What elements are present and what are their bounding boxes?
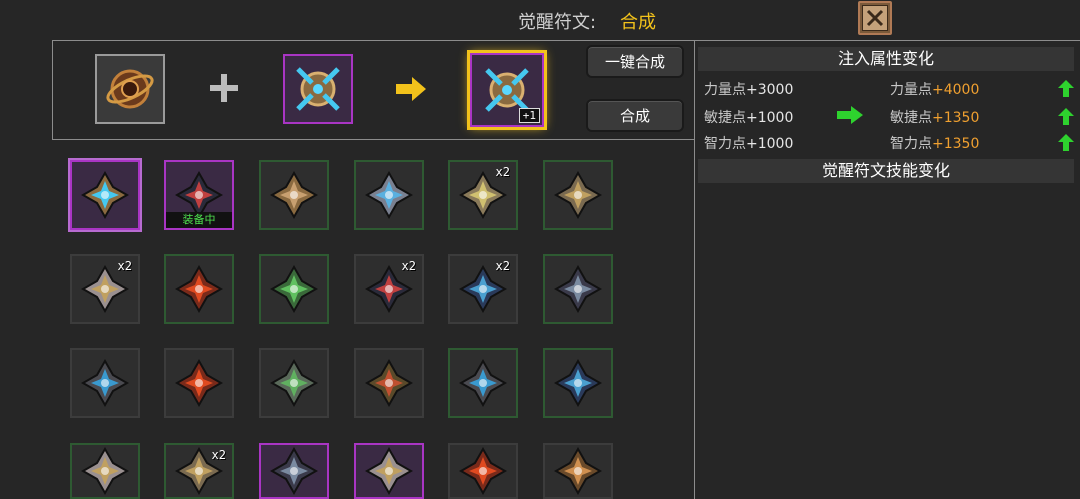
blue-cross-rune-icon xyxy=(80,358,130,408)
rune-slot[interactable] xyxy=(164,348,234,418)
attr-new-value: +1350 xyxy=(932,110,980,126)
plus-icon xyxy=(208,72,240,104)
attr-old-value: +3000 xyxy=(746,82,794,98)
blue-cross-rune-icon xyxy=(458,358,508,408)
horn-rune-icon xyxy=(364,358,414,408)
rune-slot[interactable] xyxy=(354,160,424,230)
compass-rune-blue-icon xyxy=(80,170,130,220)
compass-rune-blue-icon xyxy=(296,67,340,111)
rune-slot[interactable] xyxy=(543,160,613,230)
one-click-synth-button[interactable]: 一键合成 xyxy=(586,45,684,78)
attr-new-value: +1350 xyxy=(932,136,980,152)
red-spike-rune-icon xyxy=(174,264,224,314)
compass-rune-bronze-icon xyxy=(269,170,319,220)
wing-shield-rune-icon xyxy=(364,446,414,496)
material-slot[interactable] xyxy=(95,54,165,124)
attr-new-value: +4000 xyxy=(932,82,980,98)
attr-old-value: +1000 xyxy=(746,136,794,152)
close-button[interactable] xyxy=(858,1,892,35)
title-label: 觉醒符文: xyxy=(518,12,597,33)
rune-slot[interactable] xyxy=(164,254,234,324)
increase-arrow-icon xyxy=(1058,108,1074,125)
rune-slot[interactable] xyxy=(70,443,140,499)
attr-name: 力量点 xyxy=(704,82,746,98)
red-spike-rune-icon xyxy=(174,358,224,408)
stack-count-badge: x2 xyxy=(495,259,510,273)
armillary-sphere-icon xyxy=(106,69,154,109)
green-crest-rune-icon xyxy=(269,358,319,408)
bronze-cross-rune-icon xyxy=(553,446,603,496)
arrow-right-green-icon xyxy=(836,105,864,125)
attr-new: 智力点+1350 xyxy=(890,133,979,153)
attr-old: 智力点+1000 xyxy=(704,133,793,153)
attr-name: 敏捷点 xyxy=(704,110,746,126)
equipped-label: 装备中 xyxy=(166,212,232,228)
title-mode: 合成 xyxy=(620,12,656,33)
attr-old-value: +1000 xyxy=(746,110,794,126)
close-icon xyxy=(862,5,888,31)
attr-new: 敏捷点+1350 xyxy=(890,107,979,127)
dark-shield-rune-icon xyxy=(269,446,319,496)
rune-slot[interactable]: x2 xyxy=(448,160,518,230)
rune-slot[interactable] xyxy=(448,443,518,499)
green-wing-rune-icon xyxy=(269,264,319,314)
arrow-right-icon xyxy=(394,76,428,102)
attr-name: 力量点 xyxy=(890,82,932,98)
increase-arrow-icon xyxy=(1058,134,1074,151)
attr-name: 智力点 xyxy=(704,136,746,152)
synth-button[interactable]: 合成 xyxy=(586,99,684,132)
stack-count-badge: x2 xyxy=(495,165,510,179)
rune-slot[interactable]: x2 xyxy=(70,254,140,324)
attr-name: 敏捷点 xyxy=(890,110,932,126)
rune-slot[interactable] xyxy=(259,160,329,230)
dark-shield-rune-icon xyxy=(553,264,603,314)
attr-new: 力量点+4000 xyxy=(890,79,979,99)
rune-slot[interactable] xyxy=(448,348,518,418)
crest-rune-blue-icon xyxy=(364,170,414,220)
rune-slot[interactable] xyxy=(259,443,329,499)
rune-slot[interactable]: x2 xyxy=(164,443,234,499)
rune-slot[interactable] xyxy=(259,254,329,324)
stack-count-badge: x2 xyxy=(401,259,416,273)
attr-change-title: 注入属性变化 xyxy=(698,47,1074,71)
rune-slot[interactable] xyxy=(259,348,329,418)
header-divider xyxy=(52,40,1080,41)
attr-name: 智力点 xyxy=(890,136,932,152)
cross-wing-rune-icon xyxy=(553,170,603,220)
base-rune-slot[interactable] xyxy=(283,54,353,124)
rune-slot[interactable] xyxy=(70,348,140,418)
attr-old: 敏捷点+1000 xyxy=(704,107,793,127)
synthesis-divider xyxy=(52,139,694,140)
rune-slot[interactable] xyxy=(543,443,613,499)
rune-slot[interactable]: 装备中 xyxy=(164,160,234,230)
blue-blade-rune-icon xyxy=(553,358,603,408)
rune-slot[interactable]: x2 xyxy=(354,254,424,324)
rune-slot[interactable] xyxy=(354,348,424,418)
increase-arrow-icon xyxy=(1058,80,1074,97)
rune-slot[interactable]: x2 xyxy=(448,254,518,324)
stack-count-badge: x2 xyxy=(211,448,226,462)
attr-old: 力量点+3000 xyxy=(704,79,793,99)
result-level-badge: +1 xyxy=(518,108,540,123)
rune-slot[interactable] xyxy=(543,254,613,324)
skill-change-title: 觉醒符文技能变化 xyxy=(698,159,1074,183)
rune-slot[interactable] xyxy=(354,443,424,499)
wing-shield-rune-icon xyxy=(80,446,130,496)
title-bar: 觉醒符文: 合成 xyxy=(0,0,1080,40)
result-rune-slot[interactable]: +1 xyxy=(470,53,544,127)
rune-slot[interactable] xyxy=(543,348,613,418)
panel-divider xyxy=(694,40,695,499)
left-edge xyxy=(52,40,53,140)
red-spike-rune-icon xyxy=(458,446,508,496)
stack-count-badge: x2 xyxy=(117,259,132,273)
rune-slot[interactable] xyxy=(68,158,142,232)
